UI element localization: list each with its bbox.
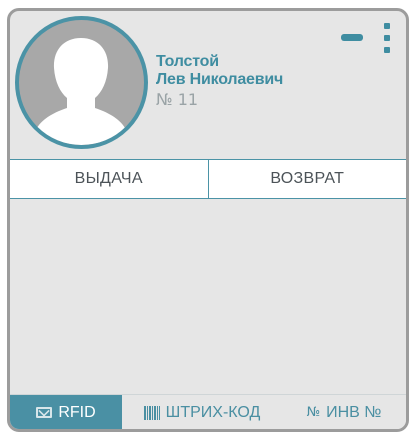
minimize-icon[interactable] [341, 34, 363, 41]
barcode-icon [143, 405, 160, 420]
mode-rfid-button[interactable]: RFID [10, 395, 122, 429]
reader-number: № 11 [156, 90, 199, 109]
rfid-card-icon [36, 407, 53, 418]
reader-surname: Толстой [156, 53, 219, 70]
reader-card: Толстой Лев Николаевич № 11 ВЫДАЧА ВОЗВР… [7, 8, 409, 432]
avatar [15, 16, 148, 149]
mode-inventory-number-label: ИНВ № [326, 403, 382, 421]
mode-barcode-label: ШТРИХ-КОД [165, 403, 261, 421]
number-sign-icon: № [306, 405, 321, 420]
operation-tabs: ВЫДАЧА ВОЗВРАТ [10, 159, 406, 199]
user-silhouette-icon [37, 38, 125, 145]
mode-rfid-label: RFID [58, 403, 96, 421]
content-area [10, 199, 406, 393]
identification-mode-bar: RFID ШТРИХ-КОД № ИНВ № [10, 394, 406, 429]
reader-given-names: Лев Николаевич [156, 71, 284, 88]
vertical-dots-icon[interactable] [381, 23, 393, 57]
mode-barcode-button[interactable]: ШТРИХ-КОД [122, 395, 282, 429]
reader-info: Толстой Лев Николаевич № 11 [156, 53, 283, 109]
tab-issue[interactable]: ВЫДАЧА [10, 160, 208, 198]
tab-return[interactable]: ВОЗВРАТ [207, 160, 407, 198]
mode-inventory-number-button[interactable]: № ИНВ № [282, 395, 406, 429]
